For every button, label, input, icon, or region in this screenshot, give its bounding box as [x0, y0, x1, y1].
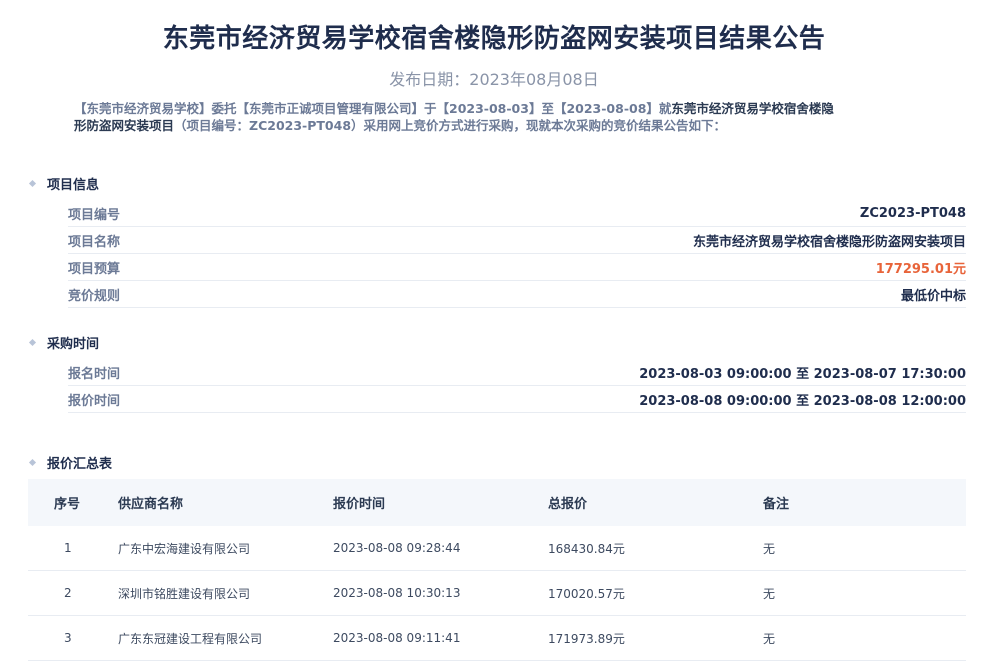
diamond-bullet-icon: [28, 458, 37, 467]
cell-supplier: 广东东冠建设工程有限公司: [118, 631, 263, 646]
table-row: 2 深圳市铭胜建设有限公司 2023-08-08 10:30:13 170020…: [28, 571, 966, 616]
section-title-text: 项目信息: [47, 178, 100, 193]
col-header-time: 报价时间: [333, 497, 386, 512]
cell-remark: 无: [763, 586, 776, 601]
info-label: 竞价规则: [68, 288, 121, 304]
cell-supplier: 广东中宏海建设有限公司: [118, 541, 251, 556]
cell-price: 170020.57元: [548, 586, 625, 601]
info-label: 项目编号: [68, 207, 121, 223]
time-label: 报名时间: [68, 366, 121, 382]
cell-time: 2023-08-08 09:11:41: [333, 631, 461, 645]
table-header-row: 序号 供应商名称 报价时间 总报价 备注: [28, 479, 966, 526]
col-header-supplier: 供应商名称: [118, 497, 184, 512]
procurement-time-list: 报名时间 2023-08-03 09:00:00 至 2023-08-07 17…: [68, 359, 966, 413]
cell-remark: 无: [763, 541, 776, 556]
cell-index: 1: [64, 541, 72, 555]
info-label: 项目预算: [68, 261, 121, 277]
cell-time: 2023-08-08 10:30:13: [333, 586, 461, 600]
section-title-project-info: 项目信息: [28, 174, 100, 193]
time-label: 报价时间: [68, 393, 121, 409]
col-header-index: 序号: [54, 497, 81, 512]
intro-text-part1: 【东莞市经济贸易学校】委托【东莞市正诚项目管理有限公司】于【2023-08-03…: [74, 101, 672, 116]
info-row-project-number: 项目编号 ZC2023-PT048: [68, 200, 966, 227]
cell-remark: 无: [763, 631, 776, 646]
intro-project-name-1: 东莞市经济贸易学校宿舍楼隐: [671, 101, 834, 116]
time-row-registration: 报名时间 2023-08-03 09:00:00 至 2023-08-07 17…: [68, 359, 966, 386]
publish-date: 发布日期：2023年08月08日: [389, 70, 599, 89]
cell-supplier: 深圳市铭胜建设有限公司: [118, 586, 251, 601]
page-title: 东莞市经济贸易学校宿舍楼隐形防盗网安装项目结果公告: [162, 24, 826, 54]
table-row: 1 广东中宏海建设有限公司 2023-08-08 09:28:44 168430…: [28, 526, 966, 571]
info-row-bid-rule: 竞价规则 最低价中标: [68, 281, 966, 308]
cell-index: 3: [64, 631, 72, 645]
info-value: ZC2023-PT048: [859, 205, 966, 221]
info-value: 最低价中标: [900, 288, 966, 304]
intro-project-name-2: 形防盗网安装项目: [74, 118, 175, 133]
diamond-bullet-icon: [28, 179, 37, 188]
intro-paragraph: 【东莞市经济贸易学校】委托【东莞市正诚项目管理有限公司】于【2023-08-03…: [74, 100, 924, 134]
budget-value: 177295.01元: [875, 261, 966, 277]
cell-price: 171973.89元: [548, 631, 625, 646]
info-label: 项目名称: [68, 234, 121, 250]
col-header-remark: 备注: [763, 497, 790, 512]
info-row-project-name: 项目名称 东莞市经济贸易学校宿舍楼隐形防盗网安装项目: [68, 227, 966, 254]
section-title-text: 采购时间: [47, 337, 100, 352]
time-row-quotation: 报价时间 2023-08-08 09:00:00 至 2023-08-08 12…: [68, 386, 966, 413]
cell-time: 2023-08-08 09:28:44: [333, 541, 461, 555]
project-info-list: 项目编号 ZC2023-PT048 项目名称 东莞市经济贸易学校宿舍楼隐形防盗网…: [68, 200, 966, 308]
time-value: 2023-08-03 09:00:00 至 2023-08-07 17:30:0…: [639, 366, 966, 382]
info-value: 东莞市经济贸易学校宿舍楼隐形防盗网安装项目: [692, 234, 966, 250]
info-row-project-budget: 项目预算 177295.01元: [68, 254, 966, 281]
cell-price: 168430.84元: [548, 541, 625, 556]
intro-text-part2: （项目编号：ZC2023-PT048）采用网上竞价方式进行采购，现就本次采购的竞…: [174, 118, 727, 133]
cell-index: 2: [64, 586, 72, 600]
section-title-text: 报价汇总表: [47, 457, 113, 472]
col-header-price: 总报价: [548, 497, 588, 512]
announcement-page: 东莞市经济贸易学校宿舍楼隐形防盗网安装项目结果公告 发布日期：2023年08月0…: [0, 0, 988, 667]
bid-summary-table: 序号 供应商名称 报价时间 总报价 备注 1 广东中宏海建设有限公司 2023-…: [28, 479, 966, 661]
time-value: 2023-08-08 09:00:00 至 2023-08-08 12:00:0…: [639, 393, 966, 409]
section-title-bid-summary: 报价汇总表: [28, 453, 113, 472]
section-title-procurement-time: 采购时间: [28, 333, 100, 352]
table-row: 3 广东东冠建设工程有限公司 2023-08-08 09:11:41 17197…: [28, 616, 966, 661]
diamond-bullet-icon: [28, 338, 37, 347]
